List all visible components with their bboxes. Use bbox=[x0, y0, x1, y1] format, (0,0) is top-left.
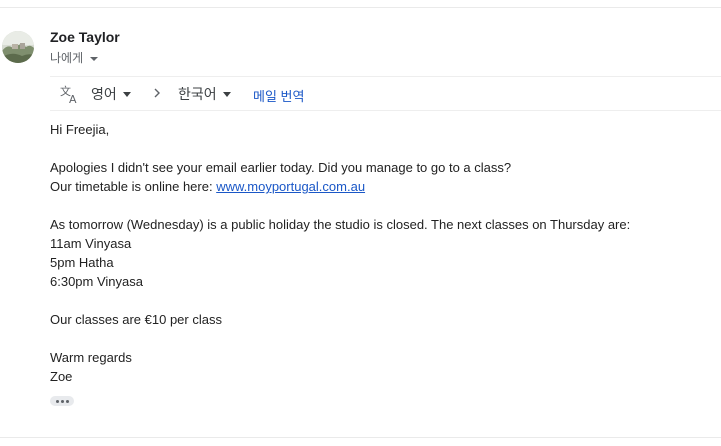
timetable-prefix: Our timetable is online here: bbox=[50, 179, 217, 194]
recipient-label: 나에게 bbox=[50, 51, 84, 65]
show-trimmed-content-button[interactable] bbox=[50, 396, 74, 406]
greeting: Hi Freejia, bbox=[50, 122, 110, 137]
timetable-line: Our timetable is online here: www.moypor… bbox=[50, 177, 710, 196]
class-item: 6:30pm Vinyasa bbox=[50, 274, 143, 289]
timetable-link[interactable]: www.moyportugal.com.au bbox=[216, 179, 365, 194]
sender-avatar[interactable] bbox=[2, 31, 34, 63]
translate-bar: 文 A 영어 한국어 메일 번역 bbox=[50, 76, 721, 111]
target-language-label: 한국어 bbox=[178, 85, 217, 102]
translate-message-button[interactable]: 메일 번역 bbox=[253, 86, 304, 105]
signoff: Warm regards bbox=[50, 350, 132, 365]
source-language-label: 영어 bbox=[91, 85, 117, 102]
class-item: 11am Vinyasa bbox=[50, 236, 132, 251]
translate-icon: 文 A bbox=[60, 84, 80, 106]
message-body: Hi Freejia, Apologies I didn't see your … bbox=[50, 120, 710, 386]
source-language-select[interactable]: 영어 bbox=[91, 77, 131, 110]
message-line: As tomorrow (Wednesday) is a public holi… bbox=[50, 217, 631, 232]
bottom-divider bbox=[0, 437, 721, 438]
chevron-down-icon bbox=[122, 92, 131, 97]
top-divider bbox=[0, 7, 721, 8]
chevron-down-icon bbox=[222, 92, 231, 97]
more-horiz-icon bbox=[55, 399, 59, 403]
class-item: 5pm Hatha bbox=[50, 255, 114, 270]
svg-text:A: A bbox=[69, 93, 77, 104]
price-line: Our classes are €10 per class bbox=[50, 312, 222, 327]
signature: Zoe bbox=[50, 369, 73, 384]
sender-name[interactable]: Zoe Taylor bbox=[50, 29, 120, 45]
chevron-down-icon bbox=[90, 56, 99, 61]
chevron-right-icon bbox=[150, 86, 164, 100]
recipient-details-toggle[interactable]: 나에게 bbox=[50, 49, 99, 66]
message-line: Apologies I didn't see your email earlie… bbox=[50, 160, 512, 175]
target-language-select[interactable]: 한국어 bbox=[178, 77, 231, 110]
